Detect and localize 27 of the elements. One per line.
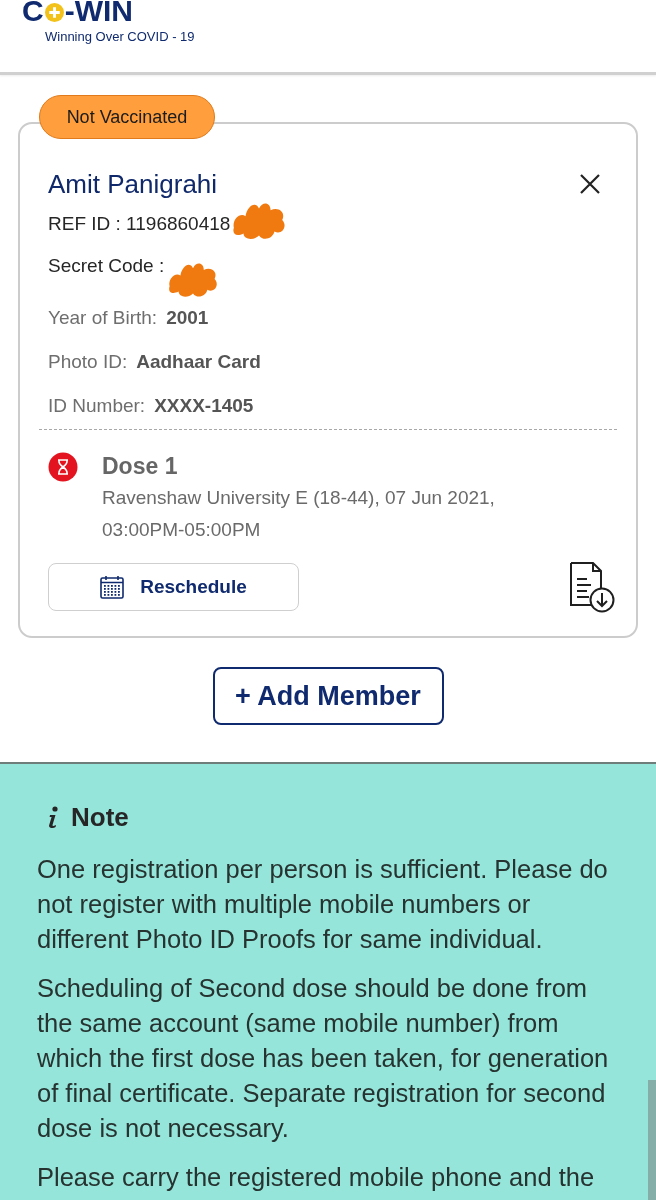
member-name: Amit Panigrahi: [48, 168, 218, 200]
logo-text: C: [22, 0, 44, 23]
ref-id: REF ID : 1196860418: [48, 212, 231, 236]
note-paragraph: Scheduling of Second dose should be done from the same account (same mobile number) from which the first dose has been taken, for generation of final certificate. Separate registration for second dose is not necessary.: [37, 973, 610, 1144]
close-icon[interactable]: [580, 174, 600, 194]
add-member-button[interactable]: + Add Member: [212, 667, 444, 725]
status-badge: Not Vaccinated: [39, 95, 215, 139]
plus-circle-icon: [44, 3, 64, 22]
detail-label: ID Number:: [48, 394, 146, 418]
reschedule-button[interactable]: Reschedule: [48, 563, 299, 611]
dose-title: Dose 1: [102, 452, 179, 481]
logo-text: -WIN: [64, 0, 133, 23]
dose-details: Ravenshaw University E (18-44), 07 Jun 2021, 03:00PM-05:00PM: [102, 486, 496, 542]
hourglass-icon: [48, 452, 78, 482]
detail-value: XXXX-1405: [154, 394, 254, 418]
note-paragraph: One registration per person is sufficient. Please do not register with multiple mobile numbers or different Photo ID Proofs for same individual.: [37, 854, 609, 955]
note-paragraph: Please carry the registered mobile phone and the: [37, 1162, 596, 1193]
detail-label: Photo ID:: [48, 350, 128, 374]
tagline: Winning Over COVID - 19: [45, 29, 195, 44]
info-icon: [47, 806, 59, 828]
detail-value: Aadhaar Card: [136, 350, 261, 374]
calendar-icon: [100, 575, 125, 599]
detail-value: 2001: [166, 306, 209, 330]
detail-label: Year of Birth:: [48, 306, 158, 330]
secret-code-label: Secret Code :: [48, 254, 165, 278]
document-download-icon[interactable]: [569, 561, 615, 613]
note-title: Note: [71, 802, 129, 832]
